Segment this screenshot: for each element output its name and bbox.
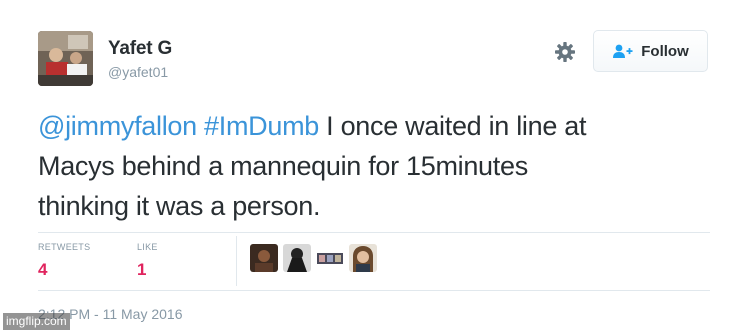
avatar[interactable] xyxy=(38,31,93,86)
tweet-text-line-2: Macys behind a mannequin for 15minutes xyxy=(38,151,528,181)
follow-button[interactable]: Follow xyxy=(593,30,708,72)
avatar-photo xyxy=(38,31,93,86)
mention-link[interactable]: @jimmyfallon xyxy=(38,111,197,141)
follow-label: Follow xyxy=(641,42,689,60)
likes-count[interactable]: 1 xyxy=(137,260,146,280)
liker-avatar[interactable] xyxy=(316,244,344,272)
liker-avatar[interactable] xyxy=(250,244,278,272)
stats-top-divider xyxy=(38,232,710,233)
liker-avatars xyxy=(250,244,377,272)
liker-avatar[interactable] xyxy=(349,244,377,272)
tweet-text-line-3: thinking it was a person. xyxy=(38,191,321,221)
retweets-label: RETWEETS xyxy=(38,242,91,252)
add-user-icon xyxy=(613,44,633,58)
tweet-card: Yafet G @yafet01 Follow @jimmyfallon #Im… xyxy=(0,0,751,332)
tweet-text-line-1-body: I once waited in line at xyxy=(318,111,587,141)
retweets-count[interactable]: 4 xyxy=(38,260,47,280)
hashtag-link[interactable]: #ImDumb xyxy=(204,111,319,141)
likes-label: LIKE xyxy=(137,242,158,252)
watermark: imgflip.com xyxy=(3,313,70,330)
gear-icon[interactable] xyxy=(553,40,577,64)
stats-vertical-divider xyxy=(236,236,237,286)
tweet-text-line-1: @jimmyfallon #ImDumb I once waited in li… xyxy=(38,106,728,146)
liker-avatar[interactable] xyxy=(283,244,311,272)
stats-bottom-divider xyxy=(38,290,710,291)
display-name[interactable]: Yafet G xyxy=(108,38,172,60)
tweet-text: @jimmyfallon #ImDumb I once waited in li… xyxy=(38,106,728,226)
screen-name[interactable]: @yafet01 xyxy=(108,64,168,80)
